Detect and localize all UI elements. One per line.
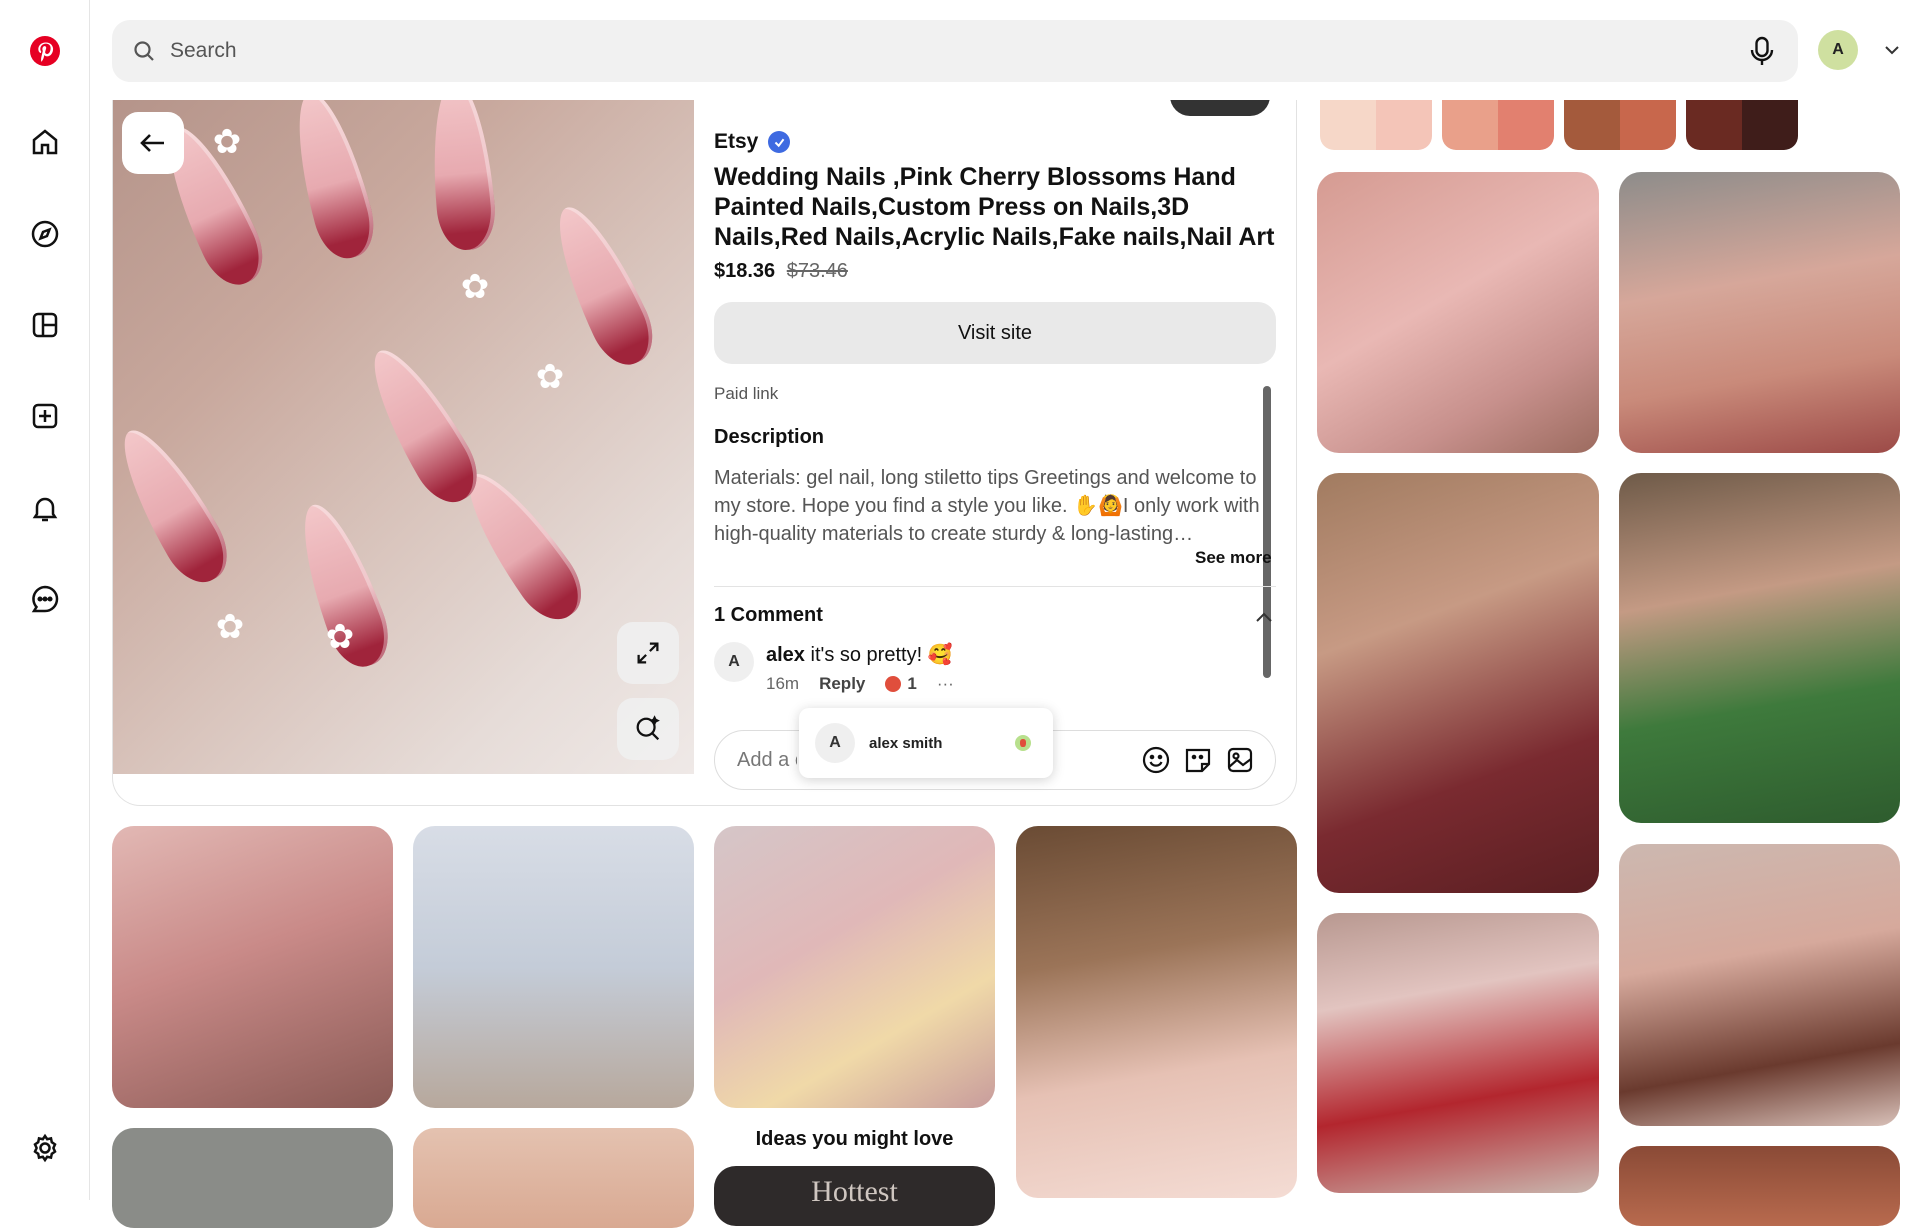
mention-avatar: A bbox=[815, 723, 855, 763]
merchant-label[interactable]: Etsy bbox=[714, 130, 758, 154]
image-icon[interactable] bbox=[1225, 745, 1255, 775]
paid-link-label: Paid link bbox=[714, 384, 779, 403]
flower-decal: ✿ bbox=[325, 618, 355, 656]
reaction-button[interactable]: 1 bbox=[885, 674, 917, 694]
notifications-icon[interactable] bbox=[21, 484, 69, 532]
flower-decal: ✿ bbox=[212, 123, 242, 161]
mention-name: alex smith bbox=[869, 734, 943, 752]
pin-image[interactable]: ✿ ✿ ✿ ✿ ✿ bbox=[113, 100, 694, 774]
expand-icon bbox=[637, 642, 659, 664]
pin-tile[interactable] bbox=[1619, 172, 1900, 453]
ideas-label: Ideas you might love bbox=[755, 1128, 954, 1150]
original-price: $73.46 bbox=[786, 260, 848, 282]
current-price: $18.36 bbox=[714, 260, 776, 282]
visual-search-icon bbox=[636, 715, 660, 741]
description-heading: Description bbox=[714, 426, 825, 448]
comment-tools bbox=[1141, 745, 1255, 775]
pin-tile[interactable] bbox=[714, 826, 995, 1108]
sticker-icon[interactable] bbox=[1183, 745, 1213, 775]
see-more-link[interactable]: See more bbox=[1195, 548, 1272, 568]
pin-tile[interactable] bbox=[1317, 473, 1599, 893]
reply-button[interactable]: Reply bbox=[819, 674, 865, 694]
avatar[interactable]: A bbox=[1818, 30, 1858, 70]
chevron-down-icon[interactable] bbox=[1880, 38, 1904, 62]
comment-body: alex it's so pretty! 🥰 bbox=[766, 642, 953, 667]
palette-swatch[interactable] bbox=[1442, 100, 1554, 150]
flower-decal: ✿ bbox=[215, 608, 245, 646]
pin-tile[interactable] bbox=[1016, 826, 1297, 1198]
pin-tile[interactable] bbox=[413, 826, 694, 1108]
reaction-count: 1 bbox=[907, 674, 917, 693]
search-bar[interactable] bbox=[112, 20, 1798, 82]
create-icon[interactable] bbox=[21, 392, 69, 440]
comment-meta: 16m Reply 1 ··· bbox=[766, 674, 954, 694]
pin-tile[interactable] bbox=[112, 1128, 393, 1228]
sidebar bbox=[0, 0, 90, 1200]
comment-time: 16m bbox=[766, 674, 800, 693]
pinterest-logo-icon[interactable] bbox=[21, 27, 69, 75]
visit-site-button[interactable]: Visit site bbox=[714, 302, 1276, 364]
palette-swatch[interactable] bbox=[1564, 100, 1676, 150]
price: $18.36 $73.46 bbox=[714, 260, 848, 283]
reaction-icon bbox=[885, 676, 902, 692]
comment-author[interactable]: alex bbox=[766, 644, 805, 666]
comment-text: it's so pretty! 🥰 bbox=[810, 644, 953, 666]
home-icon[interactable] bbox=[21, 118, 69, 166]
pin-title: Wedding Nails ,Pink Cherry Blossoms Hand… bbox=[714, 163, 1275, 251]
reaction-icon bbox=[1015, 735, 1031, 751]
chevron-up-icon[interactable] bbox=[1252, 606, 1276, 630]
messages-icon[interactable] bbox=[21, 575, 69, 623]
pin-tile[interactable] bbox=[1619, 844, 1900, 1126]
palette-swatch[interactable] bbox=[1686, 100, 1798, 150]
flower-decal: ✿ bbox=[460, 268, 490, 306]
explore-icon[interactable] bbox=[21, 210, 69, 258]
search-icon bbox=[134, 41, 154, 61]
flower-decal: ✿ bbox=[535, 358, 565, 396]
emoji-icon[interactable] bbox=[1141, 745, 1171, 775]
palette-swatch[interactable] bbox=[1320, 100, 1432, 150]
comment-input[interactable] bbox=[737, 748, 797, 772]
divider bbox=[714, 586, 1276, 587]
pin-tile[interactable] bbox=[1317, 913, 1599, 1193]
pin-tile[interactable] bbox=[112, 826, 393, 1108]
more-options-button[interactable]: ··· bbox=[937, 674, 954, 694]
back-button[interactable] bbox=[122, 112, 184, 174]
pin-tile[interactable] bbox=[1619, 473, 1900, 823]
description-text: Materials: gel nail, long stiletto tips … bbox=[714, 467, 1260, 545]
back-arrow-icon bbox=[140, 134, 164, 152]
expand-button[interactable] bbox=[617, 622, 679, 684]
search-input[interactable] bbox=[170, 39, 1670, 63]
mention-suggestion[interactable]: A alex smith bbox=[799, 708, 1053, 778]
verified-icon bbox=[768, 131, 791, 153]
merchant-name[interactable]: Etsy bbox=[714, 130, 791, 154]
visual-search-button[interactable] bbox=[617, 698, 679, 760]
pin-tile[interactable] bbox=[1619, 1146, 1900, 1226]
pin-tile[interactable] bbox=[413, 1128, 694, 1228]
comments-heading[interactable]: 1 Comment bbox=[714, 604, 823, 627]
comment-avatar[interactable]: A bbox=[714, 642, 754, 682]
pin-tile[interactable] bbox=[1317, 172, 1599, 453]
settings-icon[interactable] bbox=[21, 1124, 69, 1172]
microphone-icon[interactable] bbox=[1744, 33, 1780, 69]
header: A bbox=[90, 0, 1920, 100]
ideas-board-tile[interactable]: Hottest bbox=[714, 1166, 995, 1226]
boards-icon[interactable] bbox=[21, 301, 69, 349]
